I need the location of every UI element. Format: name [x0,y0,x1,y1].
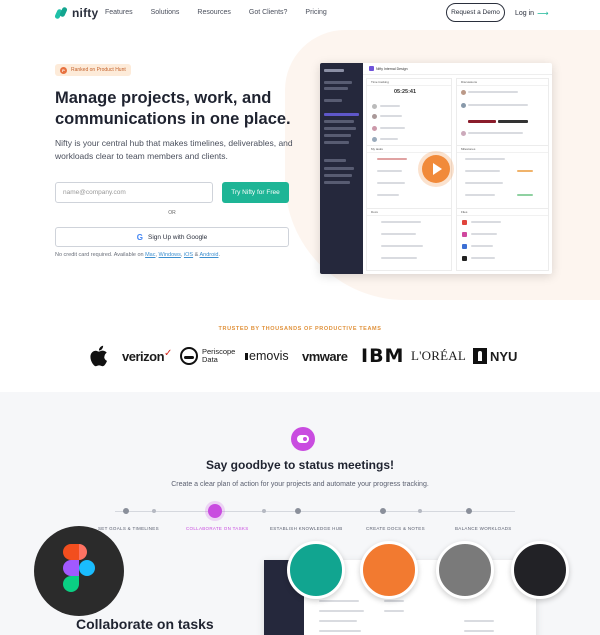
nav-links: Features Solutions Resources Got Clients… [105,9,327,16]
toggle-icon [291,427,315,451]
hero-subtext: Nifty is your central hub that makes tim… [55,138,293,161]
panel-title: Files [457,209,548,216]
link-mac[interactable]: Mac [145,252,155,258]
step-dot-5[interactable] [466,508,472,514]
steps-track [115,511,515,512]
period: . [218,252,221,258]
step-minor-dot [262,509,266,513]
panel-milestones: Milestones [456,145,549,210]
link-windows[interactable]: Windows [159,252,181,258]
mock-sidebar [320,63,363,274]
logo-text: nifty [72,6,99,20]
or-divider: OR [168,210,176,216]
project-icon [369,66,374,71]
arrow-right-icon: ⟶ [537,9,549,18]
ibm-logo: IBM [361,345,405,367]
timer-readout: 05:25:41 [394,89,417,95]
trusted-heading: TRUSTED BY THOUSANDS OF PRODUCTIVE TEAMS [218,326,382,332]
step-minor-dot [418,509,422,513]
nyu-torch-icon [473,348,487,364]
step-dot-2[interactable] [208,504,222,518]
link-ios[interactable]: iOS [184,252,193,258]
periscope-logo: Periscope Data [180,343,235,369]
step-dot-4[interactable] [380,508,386,514]
vmware-logo: vmware [302,348,348,364]
periscope-icon [180,347,198,365]
play-video-button[interactable] [422,155,450,183]
step-label-workloads[interactable]: BALANCE WORKLOADS [455,526,512,531]
nav-link-resources[interactable]: Resources [197,9,230,16]
verizon-logo: verizon ✓ [122,343,172,369]
nav-link-features[interactable]: Features [105,9,133,16]
platform-note-text: No credit card required. Available on [55,252,146,258]
google-icon: G [136,232,143,242]
feature-title: Collaborate on tasks [76,616,214,632]
platform-note: No credit card required. Available on Ma… [55,252,220,258]
emovis-mark-icon [245,352,248,360]
google-signup-label: Sign Up with Google [147,233,208,241]
loreal-logo: L'ORÉAL [411,348,467,363]
theme-teal-swatch[interactable] [287,541,345,599]
panel-discussions: Discussions [456,78,549,148]
nyu-wordmark: NYU [490,348,518,364]
panel-title: Time tracking [367,79,451,86]
emovis-wordmark: emovis [249,349,289,363]
apple-logo [90,343,110,369]
hero-headline: Manage projects, work, and communication… [55,89,291,128]
theme-black-swatch[interactable] [511,541,569,599]
request-demo-button[interactable]: Request a Demo [446,3,505,22]
nav-link-got-clients[interactable]: Got Clients? [249,9,288,16]
try-free-button[interactable]: Try Nifty for Free [222,182,289,203]
brand-logos: verizon ✓ Periscope Data emovis vmware IBM… [88,343,528,369]
periscope-wordmark: Periscope Data [202,348,235,364]
section-title: Say goodbye to status meetings! [205,458,395,472]
nav-link-solutions[interactable]: Solutions [151,9,180,16]
panel-time-tracking: Time tracking 05:25:41 [366,78,452,148]
figma-integration-icon [34,526,124,616]
verizon-wordmark: verizon [122,348,165,364]
top-nav: nifty Features Solutions Resources Got C… [0,0,600,26]
verizon-check-icon: ✓ [164,347,172,359]
panel-title: Milestones [457,146,548,153]
panel-docs: Docs [366,208,452,271]
link-android[interactable]: Android [200,252,219,258]
emovis-logo: emovis [245,343,289,369]
step-label-docs[interactable]: CREATE DOCS & NOTES [366,526,425,531]
theme-orange-swatch[interactable] [360,541,418,599]
nifty-logo[interactable]: nifty [54,6,99,20]
step-label-knowledge[interactable]: ESTABLISH KNOWLEDGE HUB [270,526,343,531]
panel-title: Discussions [457,79,548,86]
step-dot-3[interactable] [295,508,301,514]
login-link[interactable]: Log in ⟶ [515,9,549,18]
step-label-collaborate[interactable]: COLLABORATE ON TASKS [186,526,249,531]
section-subtitle: Create a clear plan of action for your p… [171,481,429,488]
mock-header: Nifty Internal Design [363,63,552,75]
panel-files: Files [456,208,549,271]
periscope-line2: Data [202,355,218,364]
mock-main: Nifty Internal Design Time tracking 05:2… [363,63,552,274]
nifty-logo-icon [54,6,68,20]
email-input[interactable]: name@company.com [55,182,213,203]
product-hunt-badge[interactable]: P Ranked on Product Hunt [55,64,131,76]
theme-gray-swatch[interactable] [436,541,494,599]
google-signup-button[interactable]: G Sign Up with Google [55,227,289,247]
panel-title: Docs [367,209,451,216]
panel-title: My tasks [367,146,451,153]
step-dot-1[interactable] [123,508,129,514]
nyu-logo: NYU [473,343,517,369]
mock-project-title: Nifty Internal Design [376,66,408,71]
badge-label: Ranked on Product Hunt [71,67,126,73]
nav-link-pricing[interactable]: Pricing [305,9,326,16]
product-hunt-icon: P [60,66,67,74]
login-label: Log in [515,10,535,17]
step-minor-dot [152,509,156,513]
